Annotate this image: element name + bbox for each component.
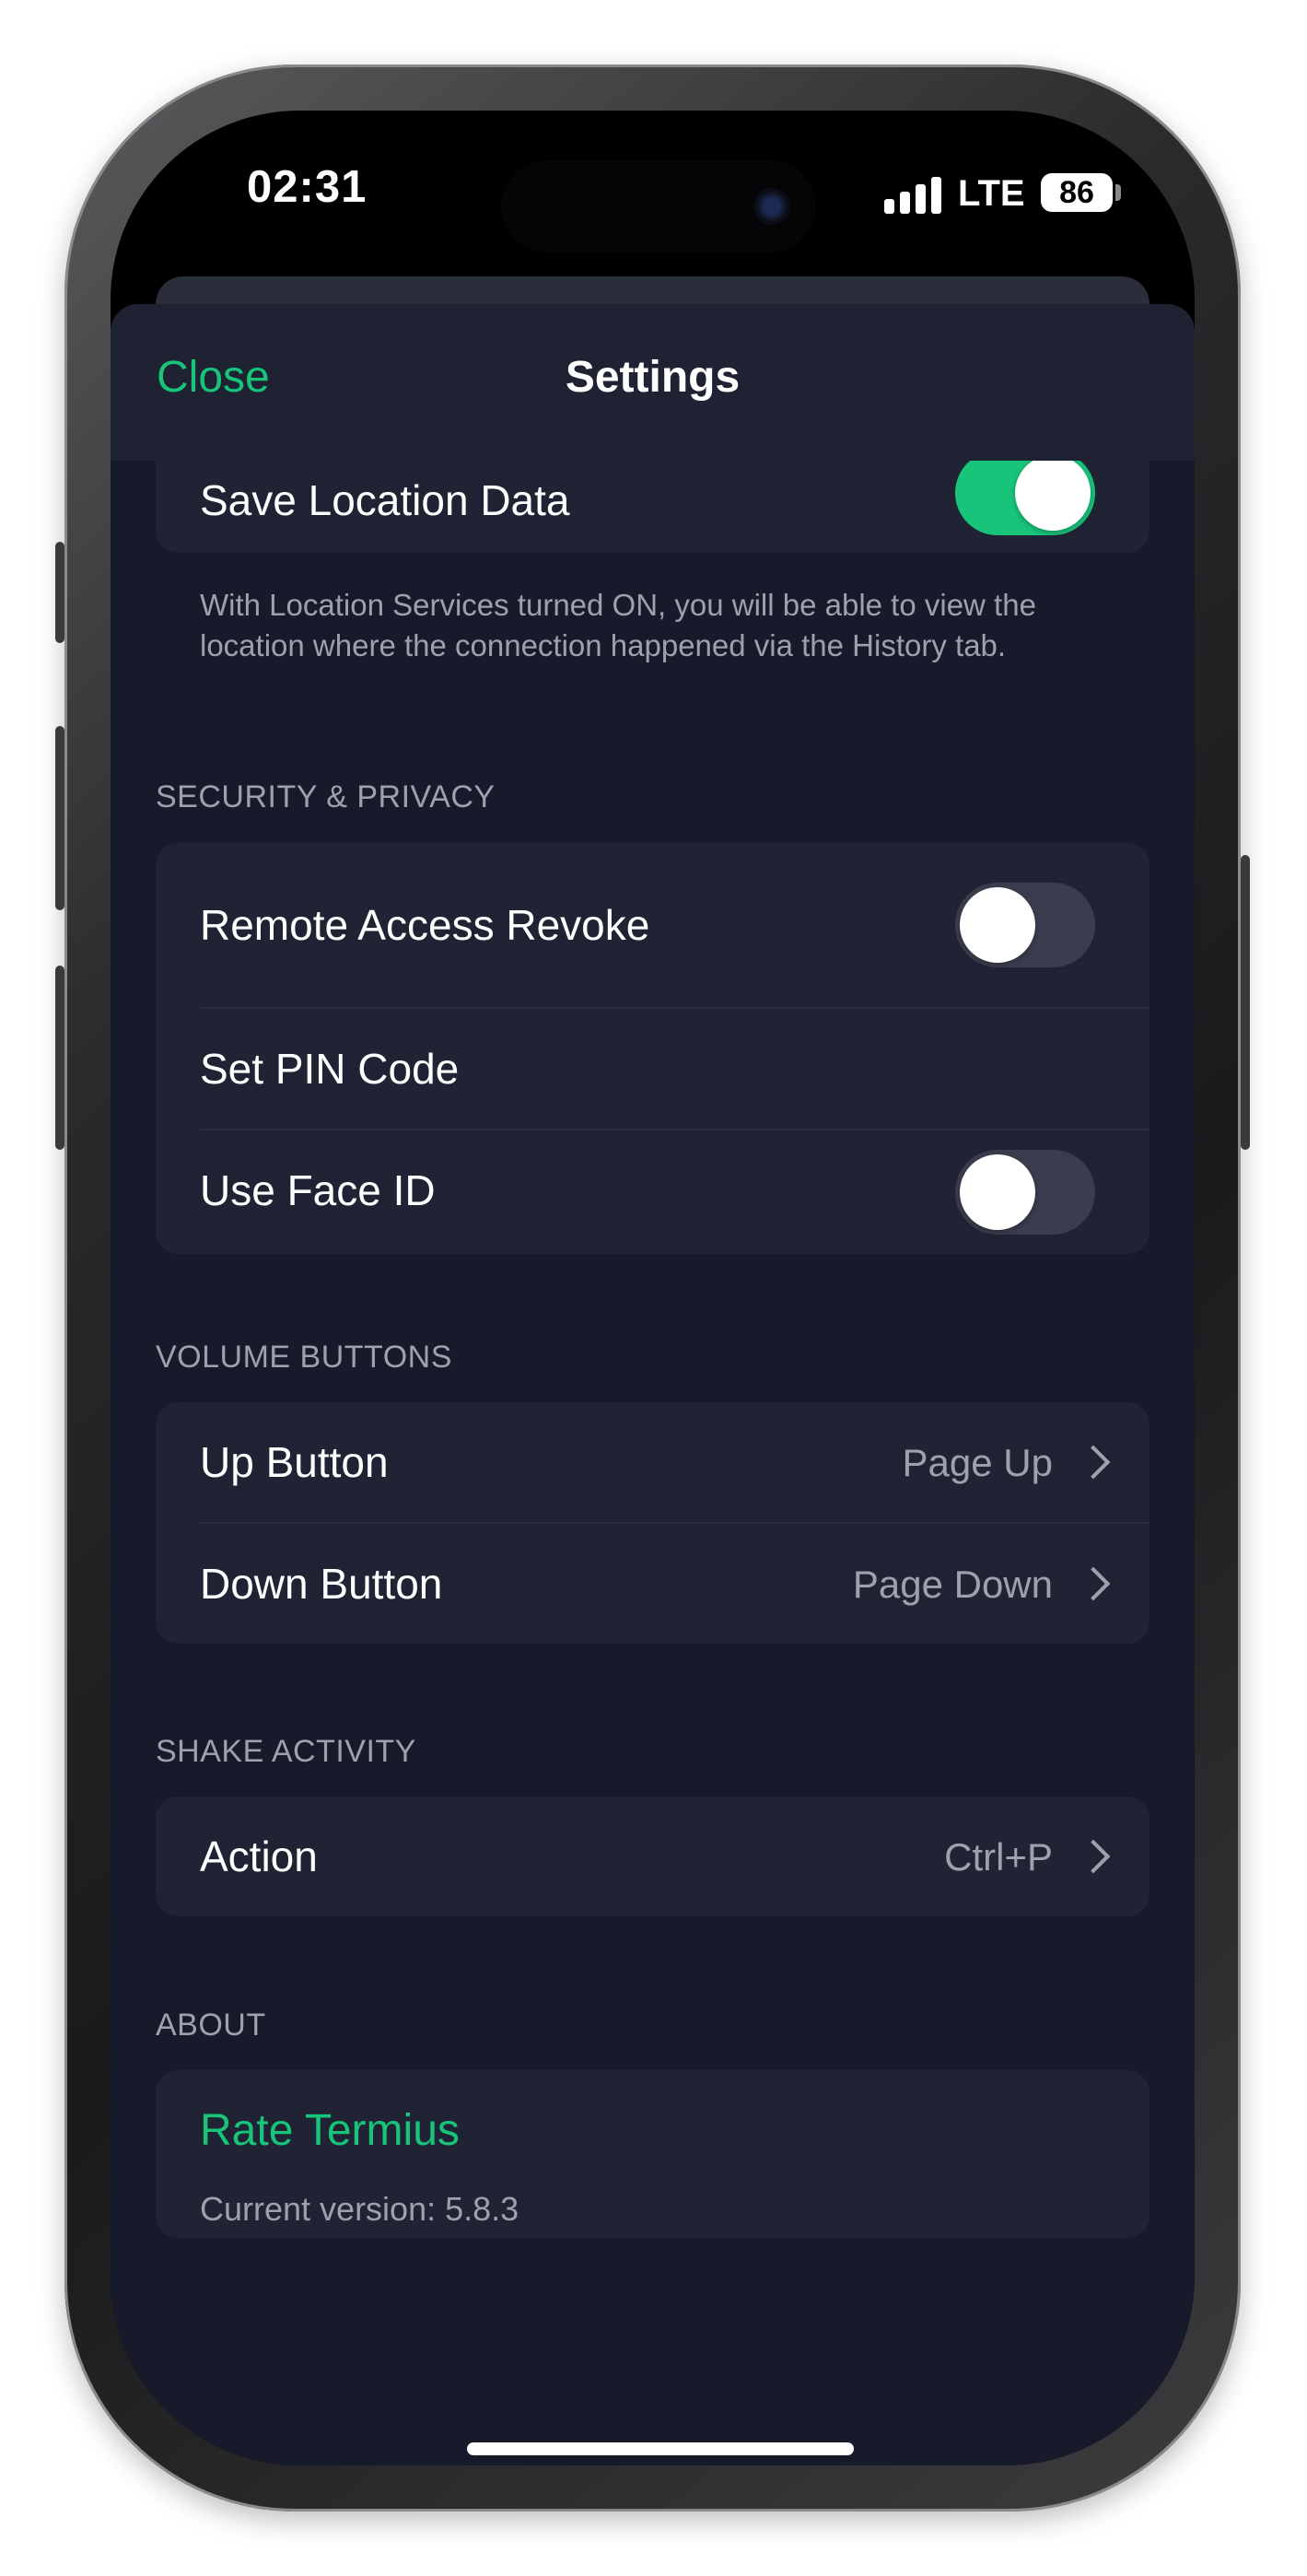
settings-sheet: Save Location Data Close Settings With L…	[111, 304, 1195, 2465]
version-text: Current version: 5.8.3	[200, 2190, 519, 2228]
toggle-knob	[1015, 455, 1091, 531]
phone-screen: 02:31 LTE 86 Save Location Data Close Se…	[111, 111, 1195, 2465]
security-section-header: SECURITY & PRIVACY	[156, 779, 496, 814]
face-id-toggle[interactable]	[955, 1150, 1095, 1235]
volume-card: Up Button Page Up Down Button Page Down	[156, 1402, 1149, 1644]
home-indicator[interactable]	[467, 2442, 854, 2455]
network-type: LTE	[958, 173, 1025, 214]
battery-icon: 86	[1041, 173, 1113, 212]
volume-up-button	[55, 726, 64, 910]
toggle-knob	[960, 887, 1035, 963]
save-location-toggle[interactable]	[955, 451, 1095, 535]
shake-action-label: Action	[200, 1832, 318, 1880]
status-bar: 02:31 LTE 86	[111, 111, 1195, 276]
save-location-label: Save Location Data	[200, 476, 570, 524]
toggle-knob	[960, 1154, 1035, 1230]
security-card: Remote Access Revoke Set PIN Code Use Fa…	[156, 843, 1149, 1254]
volume-down-button	[55, 966, 64, 1150]
location-note: With Location Services turned ON, you wi…	[200, 588, 1036, 662]
front-camera-icon	[753, 188, 790, 225]
shake-card: Action Ctrl+P	[156, 1797, 1149, 1916]
battery-tip	[1115, 184, 1121, 201]
shake-section-header: SHAKE ACTIVITY	[156, 1734, 416, 1769]
volume-section-header: VOLUME BUTTONS	[156, 1340, 452, 1375]
face-id-label: Use Face ID	[200, 1166, 436, 1214]
page-title: Settings	[565, 353, 741, 402]
about-card: Rate Termius Current version: 5.8.3	[156, 2070, 1149, 2238]
up-button-row[interactable]: Up Button Page Up	[156, 1402, 1149, 1522]
set-pin-row[interactable]: Set PIN Code	[156, 1009, 1149, 1129]
down-button-label: Down Button	[200, 1560, 443, 1608]
signal-icon	[884, 177, 941, 214]
face-id-row[interactable]: Use Face ID	[156, 1130, 1149, 1254]
down-button-value: Page Down	[852, 1563, 1053, 1606]
remote-revoke-label: Remote Access Revoke	[200, 901, 650, 949]
chevron-right-icon	[1076, 1566, 1111, 1601]
remote-revoke-row[interactable]: Remote Access Revoke	[156, 843, 1149, 1007]
remote-revoke-toggle[interactable]	[955, 883, 1095, 967]
down-button-row[interactable]: Down Button Page Down	[156, 1524, 1149, 1644]
power-button	[1241, 855, 1250, 1150]
status-time: 02:31	[247, 162, 368, 212]
chevron-right-icon	[1076, 1445, 1111, 1480]
shake-action-value: Ctrl+P	[944, 1835, 1053, 1879]
nav-bar: Close Settings	[111, 304, 1195, 461]
up-button-label: Up Button	[200, 1438, 389, 1486]
rate-termius-link[interactable]: Rate Termius	[200, 2105, 460, 2156]
up-button-value: Page Up	[902, 1441, 1053, 1484]
chevron-right-icon	[1076, 1839, 1111, 1874]
shake-action-row[interactable]: Action Ctrl+P	[156, 1797, 1149, 1916]
set-pin-label: Set PIN Code	[200, 1045, 460, 1093]
about-section-header: ABOUT	[156, 2008, 266, 2043]
action-button	[55, 542, 64, 643]
